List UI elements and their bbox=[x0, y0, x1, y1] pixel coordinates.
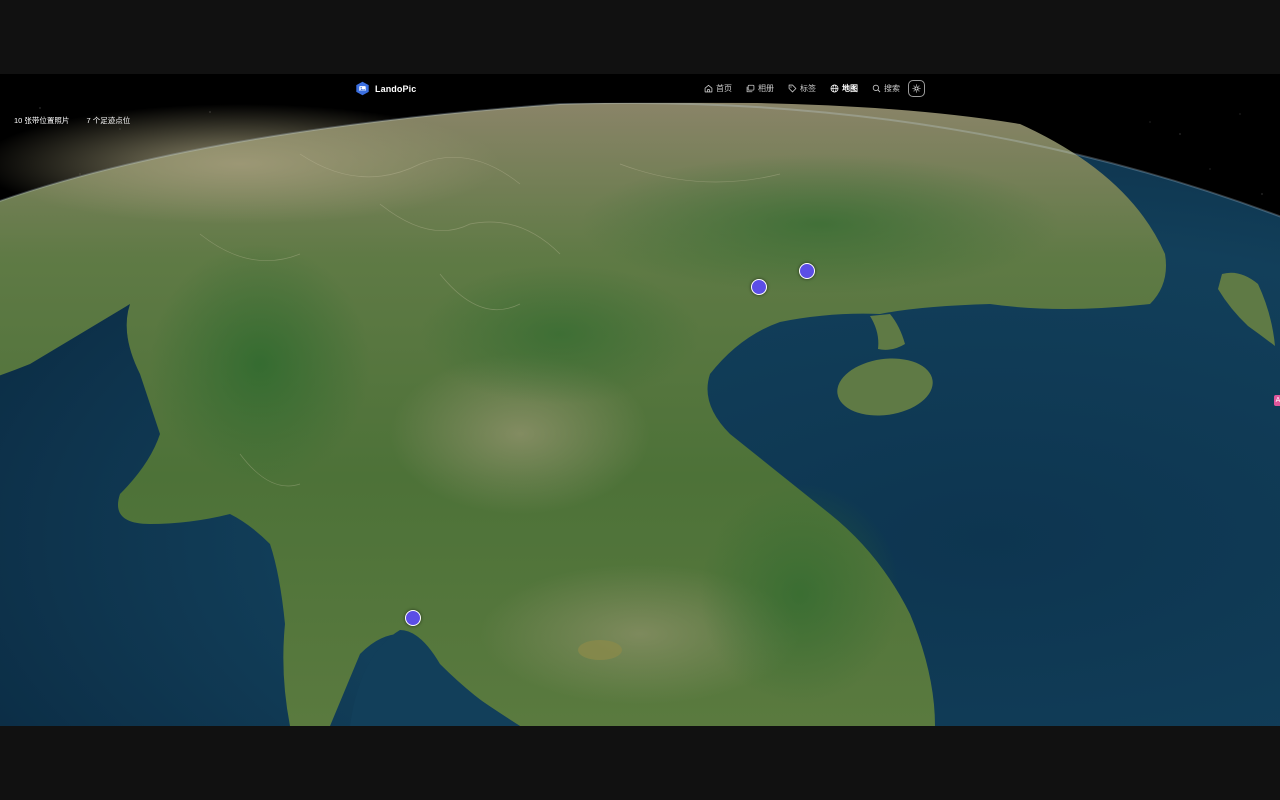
nav-item-tags[interactable]: 标签 bbox=[788, 79, 816, 97]
nav-label-tags: 标签 bbox=[800, 83, 816, 93]
tag-icon bbox=[788, 84, 797, 92]
location-marker[interactable] bbox=[751, 279, 767, 295]
photos-count: 10 张带位置照片 bbox=[14, 116, 70, 125]
nav-item-home[interactable]: 首页 bbox=[704, 79, 732, 97]
lake bbox=[578, 640, 622, 660]
footprints-count: 7 个足迹点位 bbox=[86, 116, 131, 125]
location-marker[interactable] bbox=[405, 610, 421, 626]
edge-marker-badge[interactable]: A bbox=[1274, 395, 1280, 406]
nav-item-album[interactable]: 相册 bbox=[746, 79, 774, 97]
forest-vietnam bbox=[700, 484, 900, 704]
nav-label-home: 首页 bbox=[716, 83, 732, 93]
nav-label-search: 搜索 bbox=[884, 83, 900, 93]
globe-icon bbox=[830, 84, 839, 92]
brand-link[interactable]: LandoPic bbox=[355, 81, 416, 96]
sun-icon bbox=[912, 84, 921, 92]
nav-item-search[interactable]: 搜索 bbox=[872, 79, 900, 97]
location-marker[interactable] bbox=[799, 263, 815, 279]
nav-item-map[interactable]: 地图 bbox=[830, 79, 858, 97]
main-nav: 首页 相册 标签 地图 搜索 bbox=[704, 79, 925, 97]
forest-myanmar bbox=[150, 244, 370, 484]
forest-south-china bbox=[580, 154, 1060, 294]
map-stats: 10 张带位置照片 7 个足迹点位 bbox=[14, 115, 130, 126]
home-icon bbox=[704, 84, 713, 92]
album-icon bbox=[746, 84, 755, 92]
forest-laos bbox=[420, 264, 700, 404]
brand-name: LandoPic bbox=[375, 83, 417, 94]
theme-toggle-button[interactable] bbox=[908, 79, 925, 97]
search-icon bbox=[872, 84, 881, 92]
brand-logo-icon bbox=[356, 81, 369, 96]
nav-label-album: 相册 bbox=[758, 83, 774, 93]
top-navbar: LandoPic 首页 相册 标签 地图 搜索 bbox=[0, 74, 1280, 103]
nav-label-map: 地图 bbox=[842, 83, 858, 93]
map-viewport[interactable]: LandoPic 首页 相册 标签 地图 搜索 10 张带位置照片 7 个足迹点… bbox=[0, 74, 1280, 726]
globe-map[interactable] bbox=[0, 74, 1280, 726]
letterbox-top bbox=[0, 0, 1280, 74]
letterbox-bottom bbox=[0, 726, 1280, 800]
